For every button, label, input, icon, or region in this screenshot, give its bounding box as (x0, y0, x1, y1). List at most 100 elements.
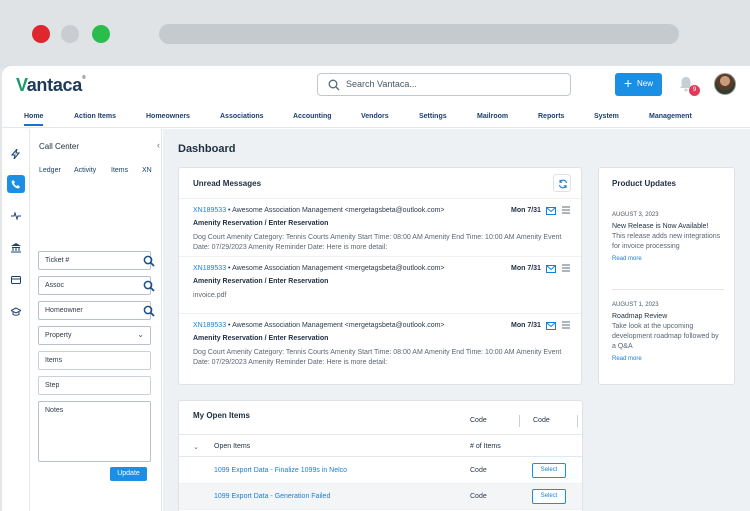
table-row: 1099 Export Data - Finalize 1099s in Nel… (179, 458, 582, 484)
mail-icon[interactable] (546, 265, 556, 273)
product-update-item: AUGUST 1, 2023 Roadmap Review Take look … (612, 302, 724, 362)
table-header: ⌄ Open Items # of Items (179, 434, 582, 457)
collapse-chevron-icon[interactable]: ‹ (157, 140, 160, 150)
open-item-code: Code (470, 467, 487, 474)
assoc-field[interactable]: Assoc (38, 276, 151, 295)
logo-v: V (16, 75, 27, 95)
menu-icon[interactable] (562, 206, 570, 214)
message-id-link[interactable]: XN189533 (193, 207, 226, 214)
read-more-link[interactable]: Read more (612, 256, 724, 262)
update-description: This release adds new integrations for i… (612, 233, 721, 250)
message-attachment[interactable]: invoice.pdf (193, 291, 563, 301)
address-bar[interactable] (159, 24, 679, 44)
app-header: Vantaca® Search Vantaca... + New 9 (2, 66, 750, 106)
minimize-window-button[interactable] (61, 25, 79, 43)
column-separator (577, 415, 578, 427)
new-button[interactable]: + New (615, 73, 662, 96)
close-window-button[interactable] (32, 25, 50, 43)
app-window: Vantaca® Search Vantaca... + New 9 Home … (2, 66, 750, 511)
select-button[interactable]: Select (532, 489, 566, 504)
notes-textarea[interactable]: Notes (38, 401, 151, 462)
nav-vendors[interactable]: Vendors (361, 113, 389, 120)
expand-chevron-icon[interactable]: ⌄ (193, 443, 199, 451)
menu-icon[interactable] (562, 321, 570, 329)
nav-management[interactable]: Management (649, 113, 692, 120)
unread-messages-card: Unread Messages XN189533 • Awesome Assoc… (178, 167, 582, 385)
global-search[interactable]: Search Vantaca... (317, 73, 571, 96)
open-item-link[interactable]: 1099 Export Data - Finalize 1099s in Nel… (214, 467, 347, 474)
dashboard-main: Dashboard Unread Messages XN189533 • Awe… (163, 129, 750, 511)
nav-accounting[interactable]: Accounting (293, 113, 332, 120)
browser-chrome (0, 0, 750, 68)
message-date: Mon 7/31 (511, 265, 541, 272)
tab-items[interactable]: Items (111, 167, 128, 174)
pulse-icon[interactable] (7, 207, 25, 225)
table-row: 1099 Export Data - Generation Failed Cod… (179, 484, 582, 510)
update-button[interactable]: Update (110, 467, 147, 481)
separator-dot: • (228, 265, 231, 272)
open-items-card: My Open Items Code Code ⌄ Open Items # o… (178, 400, 583, 511)
ticket-search-icon[interactable] (143, 255, 155, 267)
nav-home[interactable]: Home (24, 113, 44, 126)
select-button[interactable]: Select (532, 463, 566, 478)
phone-icon[interactable] (7, 175, 25, 193)
left-rail (2, 129, 30, 511)
step-field[interactable]: Step (38, 376, 151, 395)
message-item[interactable]: XN189533 • Awesome Association Managemen… (179, 313, 581, 385)
product-updates-title: Product Updates (612, 179, 677, 188)
items-field[interactable]: Items (38, 351, 151, 370)
search-icon (328, 79, 340, 91)
read-more-link[interactable]: Read more (612, 356, 724, 362)
homeowner-search-icon[interactable] (143, 305, 155, 317)
nav-homeowners[interactable]: Homeowners (146, 113, 190, 120)
property-select[interactable]: Property ⌄ (38, 326, 151, 345)
tab-xn[interactable]: XN (142, 167, 152, 174)
message-item[interactable]: XN189533 • Awesome Association Managemen… (179, 198, 581, 255)
tab-ledger[interactable]: Ledger (39, 167, 61, 174)
ticket-field[interactable]: Ticket # (38, 251, 151, 270)
menu-icon[interactable] (562, 264, 570, 272)
mail-icon[interactable] (546, 322, 556, 330)
nav-action-items[interactable]: Action Items (74, 113, 116, 120)
update-title: New Release is Now Available! (612, 223, 709, 230)
mail-icon[interactable] (546, 207, 556, 215)
message-id-link[interactable]: XN189533 (193, 265, 226, 272)
update-date: AUGUST 1, 2023 (612, 302, 659, 308)
nav-system[interactable]: System (594, 113, 619, 120)
card-icon[interactable] (7, 271, 25, 289)
open-item-link[interactable]: 1099 Export Data - Generation Failed (214, 493, 330, 500)
plus-icon: + (624, 75, 633, 91)
assoc-search-icon[interactable] (143, 280, 155, 292)
message-body: Dog Court Amenity Category: Tennis Court… (193, 349, 562, 366)
divider (612, 289, 724, 290)
refresh-button[interactable] (553, 174, 571, 192)
search-input[interactable]: Search Vantaca... (346, 79, 417, 89)
message-item[interactable]: XN189533 • Awesome Association Managemen… (179, 256, 581, 312)
new-button-label: New (637, 79, 654, 88)
nav-settings[interactable]: Settings (419, 113, 447, 120)
count-column-header[interactable]: # of Items (470, 443, 501, 450)
bank-icon[interactable] (7, 239, 25, 257)
update-description: Take look at the upcoming development ro… (612, 323, 719, 350)
logo-text: antaca (26, 75, 83, 95)
message-id-link[interactable]: XN189533 (193, 322, 226, 329)
message-sender: Awesome Association Management (232, 322, 343, 329)
nav-reports[interactable]: Reports (538, 113, 564, 120)
graduation-icon[interactable] (7, 303, 25, 321)
vantaca-logo[interactable]: Vantaca® (16, 75, 86, 96)
message-email: <mergetagsbeta@outlook.com> (344, 207, 445, 214)
user-avatar[interactable] (714, 73, 736, 95)
code-column-header: Code (533, 417, 550, 424)
unread-messages-title: Unread Messages (193, 179, 262, 188)
maximize-window-button[interactable] (92, 25, 110, 43)
lightning-icon[interactable] (7, 145, 25, 163)
product-updates-card: Product Updates AUGUST 3, 2023 New Relea… (598, 167, 735, 385)
nav-mailroom[interactable]: Mailroom (477, 113, 508, 120)
open-items-column-header[interactable]: Open Items (214, 443, 250, 450)
separator-dot: • (228, 207, 231, 214)
tab-activity[interactable]: Activity (74, 167, 96, 174)
nav-associations[interactable]: Associations (220, 113, 264, 120)
logo-mark: ® (81, 75, 86, 81)
homeowner-field[interactable]: Homeowner (38, 301, 151, 320)
column-separator (519, 415, 520, 427)
